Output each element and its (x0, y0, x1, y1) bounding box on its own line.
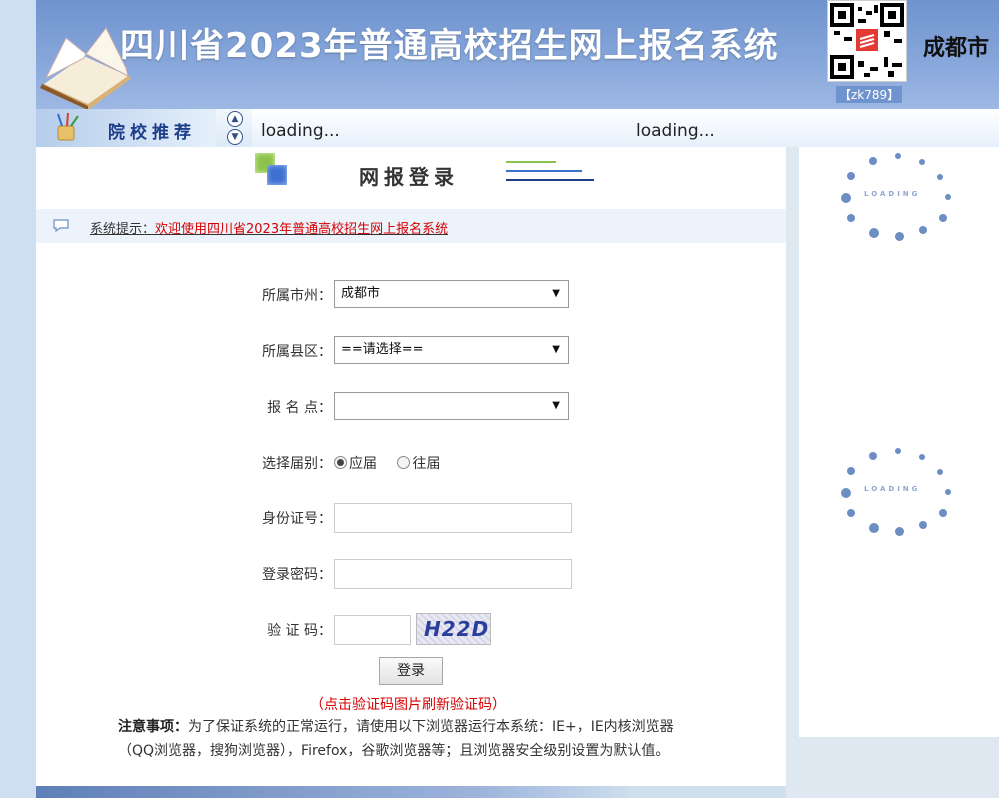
password-row: 登录密码： (36, 559, 786, 589)
pencil-cup-icon (57, 112, 79, 141)
login-button[interactable]: 登录 (379, 657, 443, 685)
id-label: 身份证号： (262, 511, 332, 527)
city-select-value: 成都市 (341, 286, 381, 301)
notice-body: 为了保证系统的正常运行，请使用以下浏览器运行本系统：IE+，IE内核浏览器（QQ… (118, 719, 674, 759)
city-label: 所属市州： (262, 288, 332, 304)
password-input[interactable] (334, 559, 572, 589)
graduation-label: 选择届别： (262, 456, 332, 472)
captcha-image[interactable]: H22D (416, 613, 491, 645)
footer-strip (36, 786, 786, 798)
district-row: 所属县区： ==请选择== ▼ (36, 336, 786, 364)
banner-title: 四川省2023年普通高校招生网上报名系统 (120, 26, 779, 66)
recommend-bar: 院校推荐 ▲ ▼ loading... loading... (36, 109, 999, 147)
dropdown-arrow-icon: ▼ (552, 344, 560, 355)
ticker-area: loading... loading... (252, 109, 999, 147)
captcha-refresh-hint: （点击验证码图片刷新验证码） (310, 697, 506, 713)
id-number-input[interactable] (334, 503, 572, 533)
site-select[interactable]: ▼ (334, 392, 569, 420)
qr-code-icon (830, 3, 904, 79)
ticker-item[interactable]: loading... (636, 121, 715, 141)
loader-text: LOADING (864, 190, 921, 198)
ticker-item[interactable]: loading... (261, 121, 340, 141)
dropdown-arrow-icon: ▼ (552, 400, 560, 411)
graduation-radio-group: 应届 往届 (334, 453, 456, 473)
captcha-row: 验 证 码： H22D (36, 613, 786, 645)
recommend-label: 院校推荐 (108, 123, 196, 143)
radio-past-grad[interactable] (397, 456, 411, 469)
loading-spinner: LOADING (839, 152, 959, 242)
dropdown-arrow-icon: ▼ (552, 288, 560, 299)
tip-message: 欢迎使用四川省2023年普通高校招生网上报名系统 (155, 222, 449, 237)
radio-current-grad[interactable] (334, 456, 347, 469)
password-label: 登录密码： (262, 567, 332, 583)
speech-bubble-icon (53, 219, 69, 232)
header-banner: 四川省2023年普通高校招生网上报名系统 【zk789】 成都市 (36, 0, 999, 109)
qr-caption: 【zk789】 (836, 86, 903, 103)
scroll-down-button[interactable]: ▼ (227, 129, 243, 145)
loading-spinner: LOADING (839, 447, 959, 537)
radio-current-grad-label[interactable]: 应届 (349, 456, 377, 472)
left-background-strip (0, 0, 36, 798)
loader-text: LOADING (864, 485, 921, 493)
captcha-input[interactable] (334, 615, 411, 645)
city-name: 成都市 (923, 36, 990, 61)
scroll-up-button[interactable]: ▲ (227, 111, 243, 127)
title-row: 网报登录 (36, 147, 786, 209)
graduation-row: 选择届别： 应届 往届 (36, 448, 786, 476)
district-select-value: ==请选择== (341, 342, 424, 357)
site-label: 报 名 点： (267, 400, 332, 416)
notice-heading: 注意事项： (118, 719, 188, 735)
city-row: 所属市州： 成都市 ▼ (36, 280, 786, 308)
district-label: 所属县区： (262, 344, 332, 360)
tip-prefix: 系统提示： (90, 222, 156, 237)
system-tip-link[interactable]: 系统提示：欢迎使用四川省2023年普通高校招生网上报名系统 (90, 218, 448, 237)
page-title: 网报登录 (359, 165, 459, 189)
captcha-text: H22D (424, 617, 490, 641)
radio-past-grad-label[interactable]: 往届 (412, 456, 440, 472)
notice-text: 注意事项：为了保证系统的正常运行，请使用以下浏览器运行本系统：IE+，IE内核浏… (118, 715, 708, 763)
login-panel: 网报登录 系统提示：欢迎使用四川省2023年普通高校招生网上报名系统 所属市州：… (36, 147, 786, 786)
squares-icon (255, 153, 291, 187)
system-tip-bar: 系统提示：欢迎使用四川省2023年普通高校招生网上报名系统 (36, 209, 786, 243)
qr-code (827, 0, 907, 82)
city-select[interactable]: 成都市 ▼ (334, 280, 569, 308)
title-decoration-lines (506, 161, 596, 183)
id-row: 身份证号： (36, 503, 786, 533)
captcha-label: 验 证 码： (267, 623, 332, 639)
district-select[interactable]: ==请选择== ▼ (334, 336, 569, 364)
right-panel: LOADING LOADING (799, 147, 999, 737)
site-row: 报 名 点： ▼ (36, 392, 786, 420)
